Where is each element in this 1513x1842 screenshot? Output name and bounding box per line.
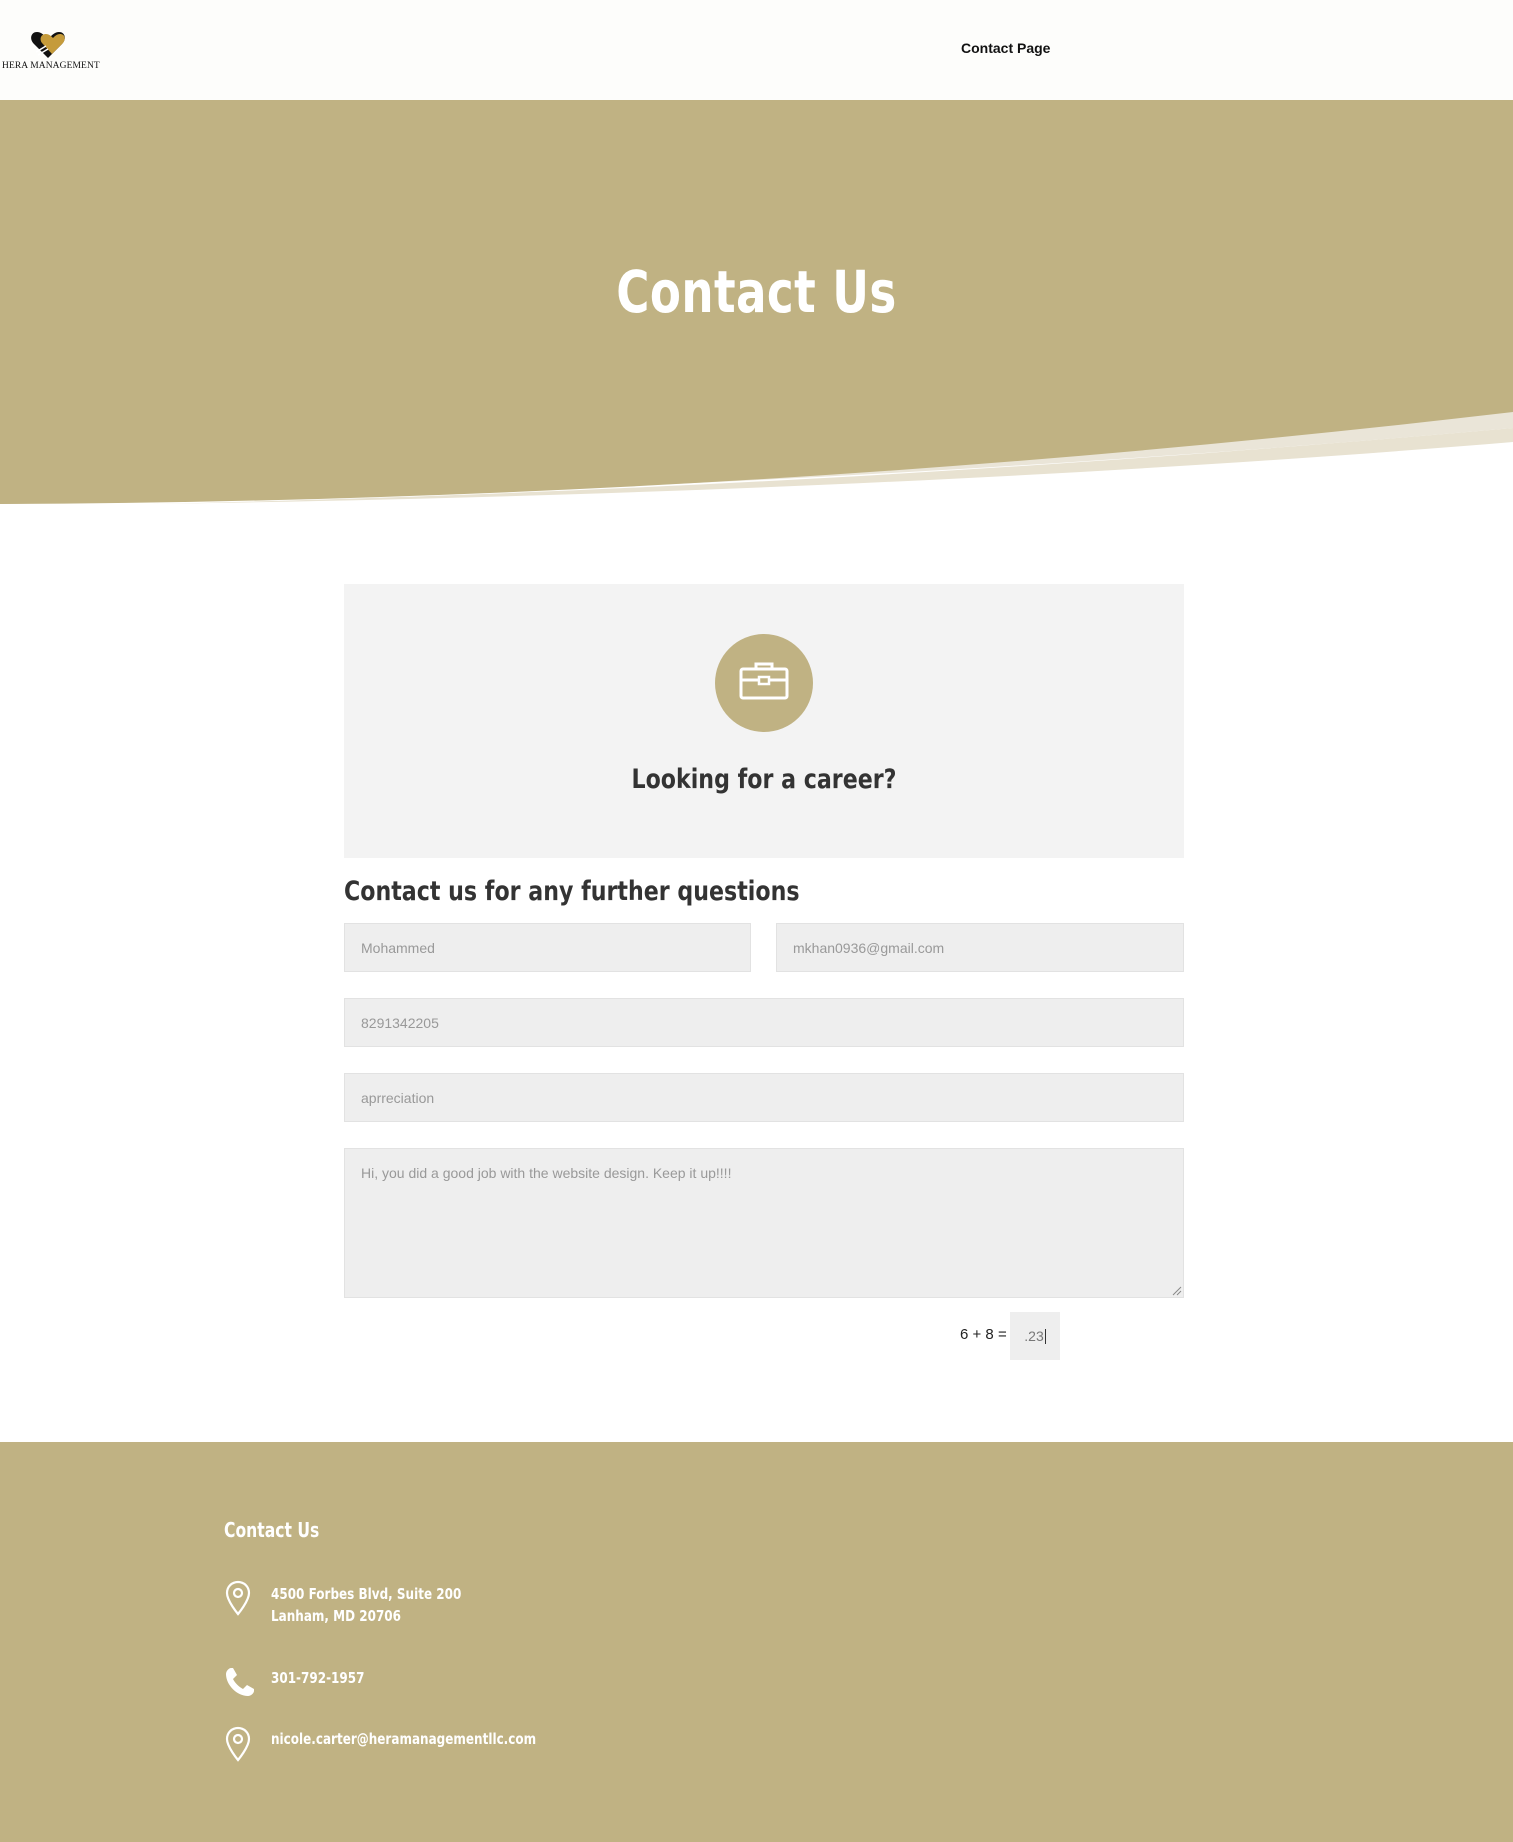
email-input[interactable]: mkhan0936@gmail.com [776, 923, 1184, 972]
message-textarea[interactable]: Hi, you did a good job with the website … [344, 1148, 1184, 1298]
hero-banner: Contact Us [0, 100, 1513, 504]
contact-form-title: Contact us for any further questions [344, 876, 800, 907]
career-icon-circle [715, 634, 813, 732]
career-card[interactable]: Looking for a career? [344, 584, 1184, 858]
career-title: Looking for a career? [631, 764, 897, 795]
footer-title: Contact Us [224, 1518, 320, 1542]
nav-item-client-resources[interactable]: Client Resources [1281, 40, 1388, 56]
logo-text: HERA MANAGEMENT [2, 61, 100, 71]
page-title: Contact Us [616, 258, 897, 326]
footer-address-line1: 4500 Forbes Blvd, Suite 200 [271, 1585, 462, 1603]
site-header: HERA MANAGEMENT Home About Contact Page … [0, 0, 1513, 100]
name-input[interactable]: Mohammed [344, 923, 751, 972]
subject-input[interactable]: aprreciation [344, 1073, 1184, 1122]
nav-item-contact-page[interactable]: Contact Page [961, 40, 1050, 56]
nav-item-home[interactable]: Home [812, 40, 849, 56]
site-footer: Contact Us 4500 Forbes Blvd, Suite 200 L… [0, 1442, 1513, 1842]
captcha-question: 6 + 8 = [960, 1326, 1007, 1343]
nav-item-about[interactable]: About [876, 40, 913, 56]
phone-input[interactable]: 8291342205 [344, 998, 1184, 1047]
nav-item-donate[interactable]: Donate [1415, 40, 1460, 56]
text-caret [1044, 1329, 1046, 1344]
briefcase-icon [739, 662, 789, 700]
nav-item-locations[interactable]: Locations [1205, 40, 1265, 56]
footer-phone[interactable]: 301-792-1957 [271, 1667, 364, 1689]
footer-email[interactable]: nicole.carter@heramanagementllc.com [271, 1728, 536, 1750]
nav-item-services[interactable]: Services & Careers [1070, 40, 1191, 56]
location-pin-icon [225, 1726, 251, 1762]
captcha-value: .23 [1024, 1328, 1044, 1344]
location-pin-icon [225, 1580, 251, 1616]
footer-address-line2: Lanham, MD 20706 [271, 1607, 401, 1625]
resize-handle-icon[interactable] [1172, 1286, 1182, 1296]
message-text: Hi, you did a good job with the website … [361, 1165, 732, 1181]
captcha-input[interactable]: .23 [1010, 1312, 1060, 1360]
phone-icon [226, 1668, 254, 1696]
main-nav: Home About Contact Page Services & Caree… [0, 40, 1513, 60]
